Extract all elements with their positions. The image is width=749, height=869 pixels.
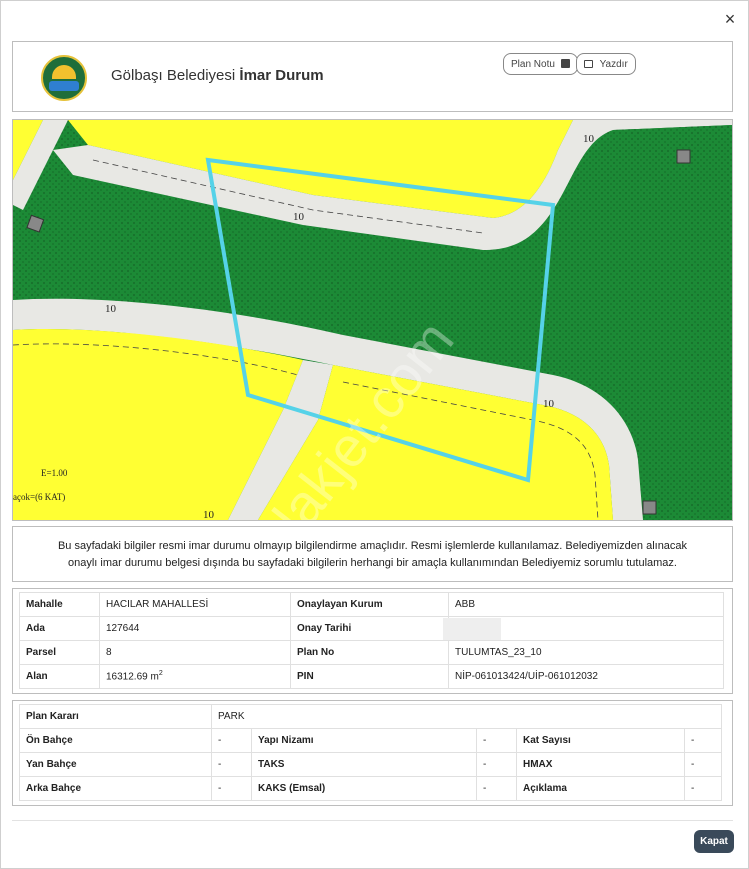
alan-cell: 16312.69 m2 [99,664,291,689]
kapat-button[interactable]: Kapat [694,830,734,853]
kat-sayisi-value: - [684,728,722,753]
yan-bahce-value: - [211,752,252,777]
table-row: Plan Kararı PARK [19,704,722,729]
kurum-value: ABB [448,592,724,617]
alan-unit-sup: 2 [158,670,163,678]
kaks-value: - [476,776,517,801]
aciklama-value: - [684,776,722,801]
parsel-value: 8 [99,640,291,665]
ada-label: Ada [19,616,100,641]
close-icon[interactable]: × [720,9,740,29]
karar-label: Plan Kararı [19,704,212,729]
map-label: 10 [293,211,305,223]
yapi-nizami-label: Yapı Nizamı [251,728,477,753]
ada-value: 127644 [99,616,291,641]
planno-value: TULUMTAS_23_10 [448,640,724,665]
kat-sayisi-label: Kat Sayısı [516,728,685,753]
kurum-label: Onaylayan Kurum [290,592,449,617]
footer-divider [12,820,733,821]
planno-label: Plan No [290,640,449,665]
hmax-label: HMAX [516,752,685,777]
table-row: Ön Bahçe - Yapı Nizamı - Kat Sayısı - [19,728,722,753]
plan-info-table: Plan Kararı PARK Ön Bahçe - Yapı Nizamı … [19,704,722,801]
map-label: 10 [203,509,215,520]
print-icon [584,60,593,68]
alan-value: 16312.69 m [106,671,159,683]
pin-value: NİP-061013424/UİP-061012032 [448,664,724,689]
map-label: 10 [583,133,595,145]
hmax-value: - [684,752,722,777]
title-prefix: Gölbaşı Belediyesi [111,67,240,84]
table-row: Arka Bahçe - KAKS (Emsal) - Açıklama - [19,776,722,801]
aciklama-label: Açıklama [516,776,685,801]
alan-label: Alan [19,664,100,689]
plan-info-panel: Plan Kararı PARK Ön Bahçe - Yapı Nizamı … [12,700,733,806]
mahalle-label: Mahalle [19,592,100,617]
e-label: E=1.00 [41,468,68,478]
kaks-label: KAKS (Emsal) [251,776,477,801]
edit-icon [560,59,570,68]
marker-square [676,149,691,164]
plan-notu-button[interactable]: Plan Notu [503,53,578,75]
notice-line-1: Bu sayfadaki bilgiler resmi imar durumu … [57,540,688,552]
kat-label: açok=(6 KAT) [13,492,65,502]
arka-bahce-value: - [211,776,252,801]
table-row: Alan 16312.69 m2 PIN NİP-061013424/UİP-0… [19,664,724,689]
on-bahce-value: - [211,728,252,753]
yan-bahce-label: Yan Bahçe [19,752,212,777]
tarih-redacted [443,617,501,640]
tarih-label: Onay Tarihi [290,616,449,641]
arka-bahce-label: Arka Bahçe [19,776,212,801]
parcel-info-panel: Mahalle HACILAR MAHALLESİ Onaylayan Kuru… [12,588,733,694]
table-row: Yan Bahçe - TAKS - HMAX - [19,752,722,777]
marker-square [642,500,657,515]
notice-line-2: onaylı imar durumu belgesi dışında bu sa… [68,557,677,569]
modal-header: Gölbaşı Belediyesi İmar Durum Plan Notu … [12,41,733,112]
pin-label: PIN [290,664,449,689]
imar-modal: × Gölbaşı Belediyesi İmar Durum Plan Not… [0,0,749,869]
table-row: Ada 127644 Onay Tarihi [19,616,724,641]
taks-label: TAKS [251,752,477,777]
yapi-nizami-value: - [476,728,517,753]
disclaimer-notice: Bu sayfadaki bilgiler resmi imar durumu … [12,526,733,582]
title-bold: İmar Durum [239,67,324,84]
page-title: Gölbaşı Belediyesi İmar Durum [111,67,324,84]
parsel-label: Parsel [19,640,100,665]
on-bahce-label: Ön Bahçe [19,728,212,753]
yazdir-button[interactable]: Yazdır [576,53,636,75]
plan-notu-label: Plan Notu [511,59,555,70]
table-row: Mahalle HACILAR MAHALLESİ Onaylayan Kuru… [19,592,724,617]
municipality-logo [41,55,87,101]
taks-value: - [476,752,517,777]
parcel-info-table: Mahalle HACILAR MAHALLESİ Onaylayan Kuru… [19,592,724,689]
tarih-value [443,616,724,641]
karar-value: PARK [211,704,722,729]
map-canvas: 10 10 10 10 10 E=1.00 açok=(6 KAT) emlak… [13,120,732,520]
yazdir-label: Yazdır [599,59,628,70]
map-label: 10 [105,303,117,315]
map-label: 10 [543,398,555,410]
mahalle-value: HACILAR MAHALLESİ [99,592,291,617]
table-row: Parsel 8 Plan No TULUMTAS_23_10 [19,640,724,665]
zoning-map[interactable]: 10 10 10 10 10 E=1.00 açok=(6 KAT) emlak… [12,119,733,521]
